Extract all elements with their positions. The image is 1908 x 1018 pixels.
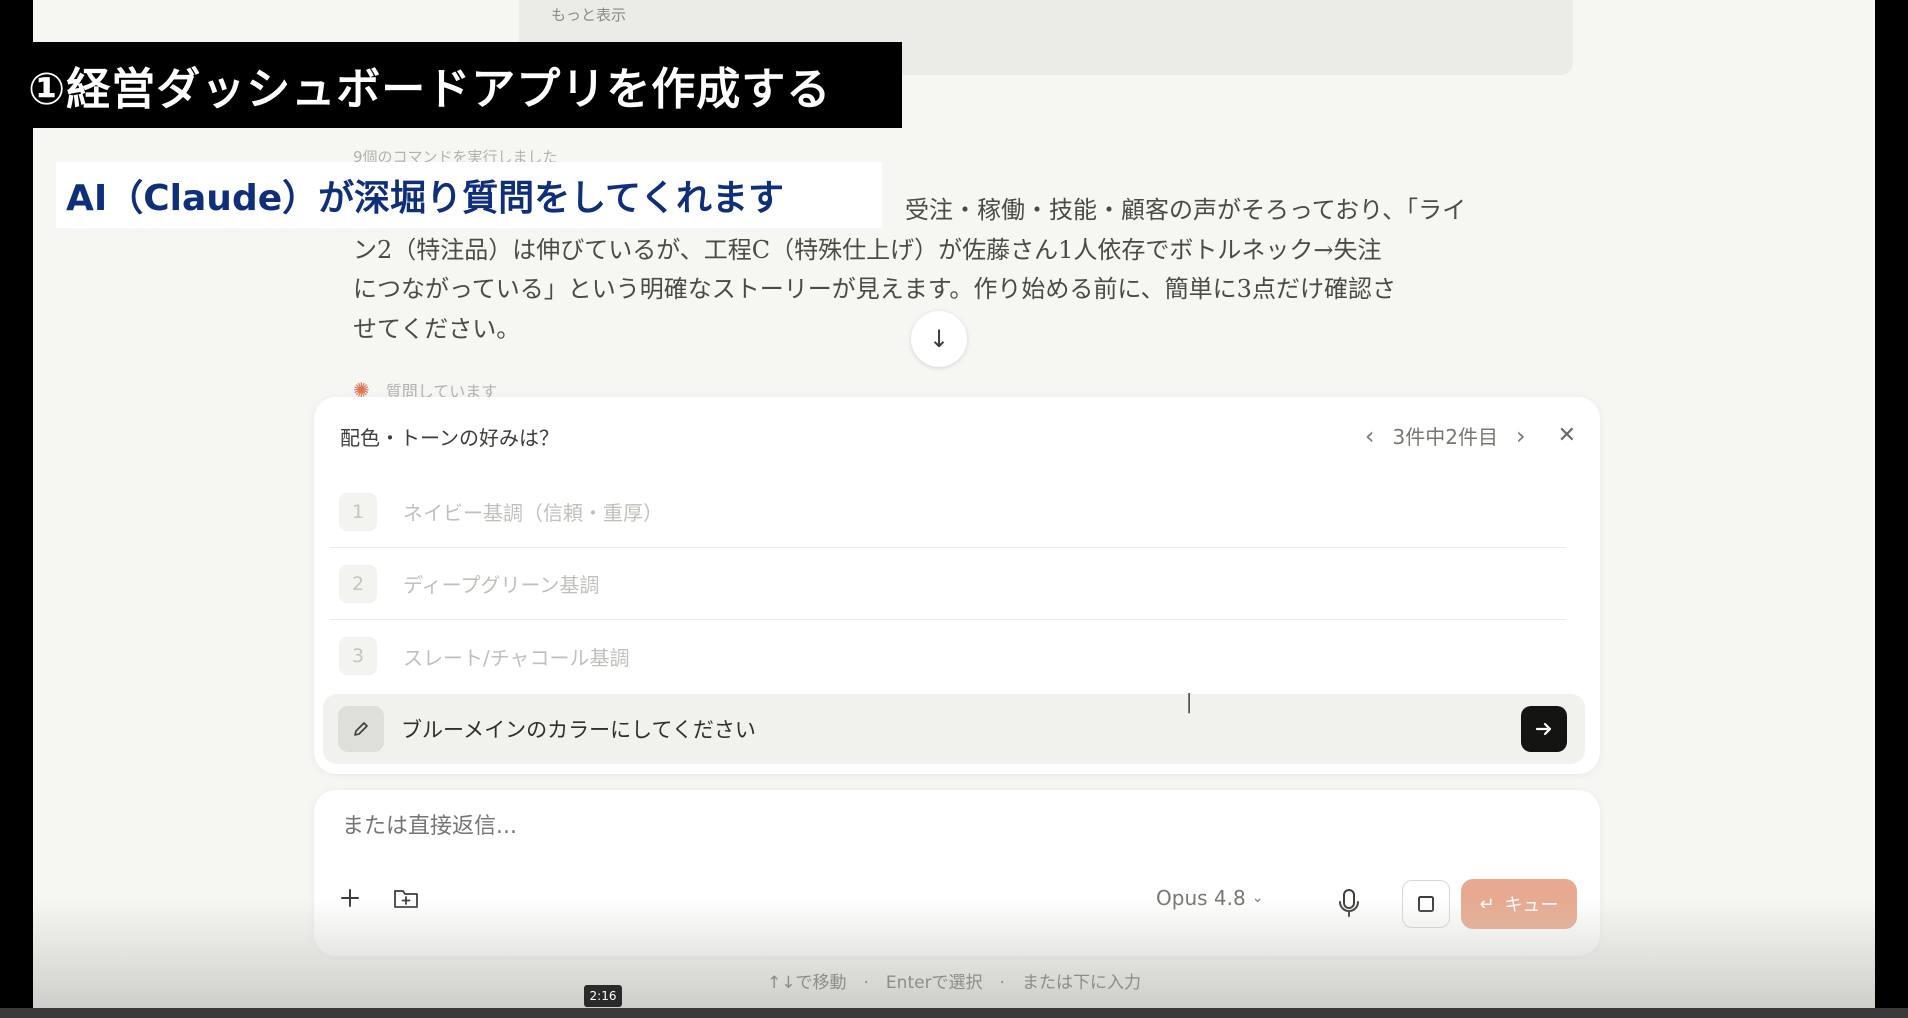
reply-input[interactable] bbox=[342, 814, 1242, 839]
question-title: 配色・トーンの好みは？ bbox=[340, 426, 559, 450]
keyboard-hint: ↑↓で移動 · Enterで選択 · または下に入力 bbox=[767, 973, 1141, 993]
video-progress-bar[interactable] bbox=[0, 1008, 1908, 1018]
question-pager: ‹ 3件中2件目 › ✕ bbox=[1365, 421, 1576, 450]
option-label: スレート/チャコール基調 bbox=[403, 645, 630, 670]
chevron-left-icon[interactable]: ‹ bbox=[1365, 422, 1375, 450]
scroll-down-button[interactable]: ↓ bbox=[911, 311, 967, 367]
option-label: ネイビー基調（信頼・重厚） bbox=[403, 501, 663, 525]
close-icon[interactable]: ✕ bbox=[1558, 423, 1576, 448]
question-card: 配色・トーンの好みは？ ‹ 3件中2件目 › ✕ 1 ネイビー基調（信頼・重厚）… bbox=[314, 397, 1600, 774]
app-window: もっと表示 9個のコマンドを実行しました 受注・稼働・技能・顧客の声がそろってお… bbox=[33, 0, 1875, 1008]
video-subtitle: AI（Claude）が深堀り質問をしてくれます bbox=[56, 162, 882, 228]
option-number: 1 bbox=[339, 492, 377, 531]
pencil-icon bbox=[338, 706, 384, 752]
video-timestamp: 2:16 bbox=[584, 985, 622, 1007]
show-more-link[interactable]: もっと表示 bbox=[551, 4, 626, 25]
option-row[interactable]: 3 スレート/チャコール基調 bbox=[330, 620, 1566, 692]
arrow-down-icon: ↓ bbox=[928, 325, 950, 353]
text-cursor-icon: I bbox=[1185, 687, 1194, 720]
arrow-right-icon bbox=[1535, 722, 1552, 736]
send-answer-button[interactable] bbox=[1521, 706, 1567, 752]
message-line: につながっている」という明確なストーリーが見えます。作り始める前に、簡単に3点だ… bbox=[353, 275, 1396, 303]
option-number: 2 bbox=[339, 564, 377, 603]
option-number: 3 bbox=[339, 637, 377, 675]
chevron-right-icon[interactable]: › bbox=[1516, 422, 1526, 450]
option-label: ディープグリーン基調 bbox=[403, 573, 600, 597]
video-title-banner: ①経営ダッシュボードアプリを作成する bbox=[22, 42, 902, 128]
custom-answer-input[interactable] bbox=[401, 717, 1001, 741]
option-row[interactable]: 2 ディープグリーン基調 bbox=[330, 548, 1566, 620]
option-row[interactable]: 1 ネイビー基調（信頼・重厚） bbox=[330, 476, 1566, 548]
custom-answer-row bbox=[323, 694, 1585, 764]
pager-label: 3件中2件目 bbox=[1392, 425, 1498, 449]
message-line: ン2（特注品）は伸びているが、工程C（特殊仕上げ）が佐藤さん1人依存でボトルネッ… bbox=[353, 235, 1382, 264]
